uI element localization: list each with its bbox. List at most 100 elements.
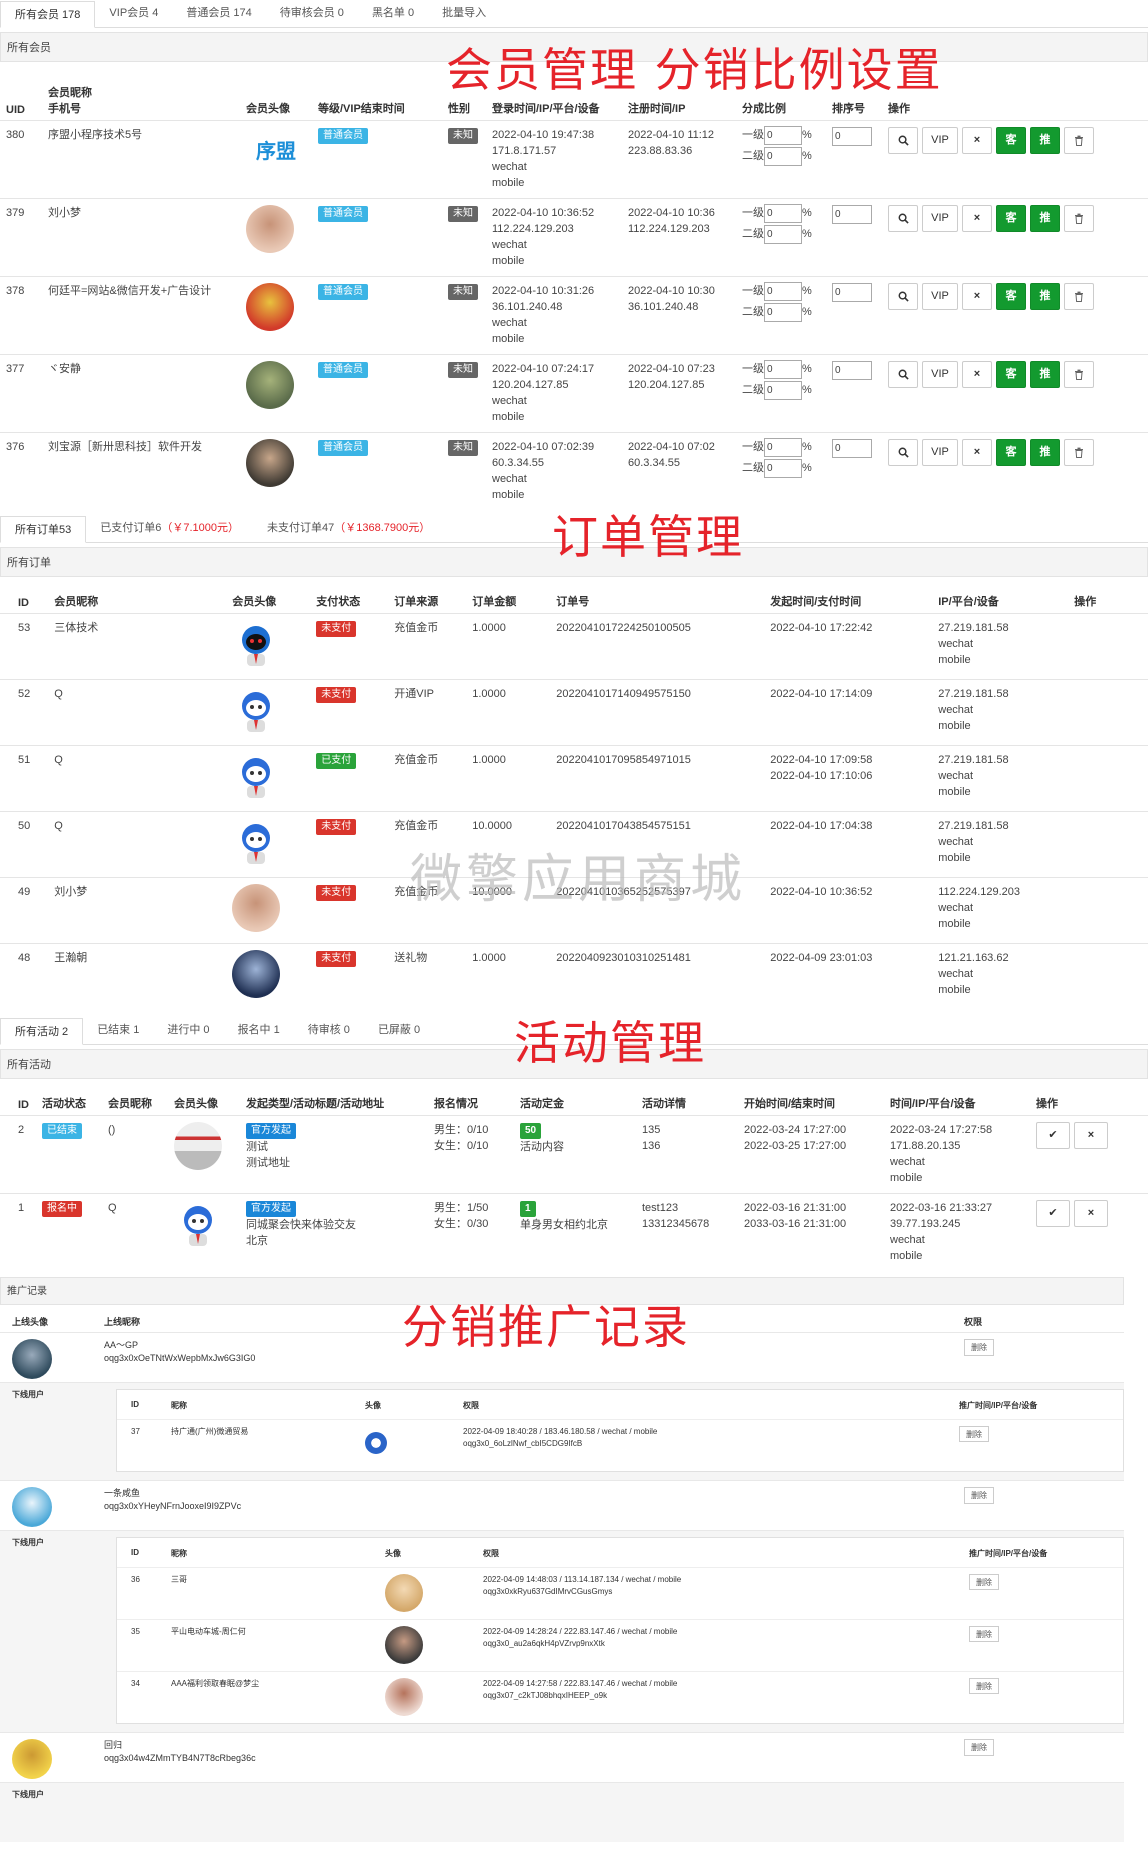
close-button[interactable]: × — [962, 283, 992, 310]
order-row: 48 王瀚朝 未支付 送礼物 1.0000 2022040923010310251481 2… — [0, 942, 1148, 1009]
ke-button[interactable]: 客 — [996, 361, 1026, 388]
promo-downline-header: ID 昵称 头像 权限 推广时间/IP/平台/设备 — [117, 1390, 1123, 1419]
search-icon — [898, 369, 909, 380]
tui-button[interactable]: 推 — [1030, 439, 1060, 466]
search-button[interactable] — [888, 205, 918, 232]
member-avatar-logo: 序盟 — [256, 139, 296, 163]
close-button[interactable]: × — [962, 127, 992, 154]
order-source-cell: 充值金币 — [388, 612, 467, 679]
promo-child-delete-button[interactable]: 删除 — [969, 1574, 999, 1590]
tab-member-5[interactable]: 批量导入 — [428, 0, 500, 27]
sort-input[interactable]: 0 — [832, 283, 872, 302]
delete-button[interactable] — [1064, 439, 1094, 466]
order-id-cell: 51 — [0, 744, 37, 811]
tab-member-4[interactable]: 黑名单 0 — [358, 0, 428, 27]
promo-child-delete-button[interactable]: 删除 — [969, 1626, 999, 1642]
ratio-input-l2[interactable]: 0 — [764, 458, 802, 478]
member-sort-cell: 0 — [826, 432, 882, 511]
tab-member-2[interactable]: 普通会员 174 — [172, 0, 265, 27]
ratio-percent: % — [802, 228, 812, 240]
member-ratio-cell: 一级 0% 二级 0% — [736, 198, 826, 277]
ratio-input-l1[interactable]: 0 — [764, 437, 802, 457]
promo-delete-button[interactable]: 删除 — [964, 1339, 994, 1356]
ratio-input-l2[interactable]: 0 — [764, 302, 802, 322]
delete-button[interactable] — [1064, 361, 1094, 388]
tab-member-1[interactable]: VIP会员 4 — [95, 0, 172, 27]
ke-button[interactable]: 客 — [996, 283, 1026, 310]
col-order-nick: 会员昵称 — [54, 595, 99, 608]
close-button[interactable]: × — [1074, 1199, 1108, 1227]
ratio-percent: % — [802, 150, 812, 162]
delete-button[interactable] — [1064, 283, 1094, 310]
tab-order-1[interactable]: 已支付订单6（￥7.1000元） — [86, 515, 253, 542]
tab-member-0[interactable]: 所有会员 178 — [0, 1, 96, 28]
promo-child-avatar — [365, 1432, 387, 1454]
tab-activity-4[interactable]: 待审核 0 — [294, 1017, 364, 1044]
member-login-cell: 2022-04-10 10:36:52 112.224.129.203 wechat… — [486, 198, 622, 277]
tui-button[interactable]: 推 — [1030, 205, 1060, 232]
close-button[interactable]: × — [962, 205, 992, 232]
tab-activity-1[interactable]: 已结束 1 — [83, 1017, 153, 1044]
tab-order-0[interactable]: 所有订单53 — [0, 515, 87, 543]
ratio-input-l2[interactable]: 0 — [764, 224, 802, 244]
close-button[interactable]: × — [962, 361, 992, 388]
ratio-input-l2[interactable]: 0 — [764, 146, 802, 166]
sort-input[interactable]: 0 — [832, 205, 872, 224]
search-button[interactable] — [888, 361, 918, 388]
member-platform: wechat — [492, 239, 527, 251]
ratio-input-l1[interactable]: 0 — [764, 281, 802, 301]
ratio-input-l1[interactable]: 0 — [764, 125, 802, 145]
vip-button[interactable]: VIP — [922, 127, 958, 154]
order-ip-cell: 121.21.163.62 wechat mobile — [932, 942, 1069, 1009]
sort-input[interactable]: 0 — [832, 361, 872, 380]
tab-member-3[interactable]: 待审核会员 0 — [266, 0, 358, 27]
member-sort-cell: 0 — [826, 354, 882, 433]
member-reg-cell: 2022-04-10 07:02 60.3.34.55 — [622, 432, 736, 511]
sort-input[interactable]: 0 — [832, 439, 872, 458]
order-op-cell — [1068, 744, 1148, 811]
order-nick-cell: Q — [36, 678, 227, 745]
vip-button[interactable]: VIP — [922, 283, 958, 310]
member-row: 378 何廷平=网站&微信开发+广告设计 普通会员 未知 2022-04-10 10:3… — [0, 276, 1148, 355]
order-time-cell: 2022-04-10 17:04:38 — [764, 810, 933, 877]
ratio-percent: % — [802, 306, 812, 318]
activity-state-badge: 报名中 — [42, 1200, 82, 1217]
promo-child-delete-button[interactable]: 删除 — [969, 1678, 999, 1694]
vip-button[interactable]: VIP — [922, 361, 958, 388]
promo-child-delete-button[interactable]: 删除 — [959, 1426, 989, 1442]
tab-activity-5[interactable]: 已屏蔽 0 — [364, 1017, 434, 1044]
member-reg-ip: 223.88.83.36 — [628, 145, 693, 157]
tui-button[interactable]: 推 — [1030, 283, 1060, 310]
promo-delete-button[interactable]: 删除 — [964, 1487, 994, 1504]
vip-button[interactable]: VIP — [922, 205, 958, 232]
tui-button[interactable]: 推 — [1030, 361, 1060, 388]
search-button[interactable] — [888, 283, 918, 310]
promo-downline-col-time: 推广时间/IP/平台/设备 — [969, 1549, 1048, 1558]
search-button[interactable] — [888, 439, 918, 466]
close-button[interactable]: × — [1074, 1121, 1108, 1149]
ratio-line-l1: 一级 0% — [742, 203, 820, 224]
tui-button[interactable]: 推 — [1030, 127, 1060, 154]
delete-button[interactable] — [1064, 127, 1094, 154]
ratio-label: 一级 — [742, 285, 764, 297]
vip-button[interactable]: VIP — [922, 439, 958, 466]
tab-activity-2[interactable]: 进行中 0 — [153, 1017, 223, 1044]
ratio-input-l2[interactable]: 0 — [764, 380, 802, 400]
search-button[interactable] — [888, 127, 918, 154]
ke-button[interactable]: 客 — [996, 439, 1026, 466]
tab-activity-0[interactable]: 所有活动 2 — [0, 1017, 84, 1045]
member-actions: VIP × 客推 — [882, 198, 1148, 277]
approve-button[interactable]: ✔ — [1036, 1199, 1070, 1227]
sort-input[interactable]: 0 — [832, 127, 872, 146]
ke-button[interactable]: 客 — [996, 205, 1026, 232]
order-source: 充值金币 — [394, 621, 439, 634]
tab-order-2[interactable]: 未支付订单47（￥1368.7900元） — [253, 515, 444, 542]
ke-button[interactable]: 客 — [996, 127, 1026, 154]
promo-delete-button[interactable]: 删除 — [964, 1739, 994, 1756]
close-button[interactable]: × — [962, 439, 992, 466]
tab-activity-3[interactable]: 报名中 1 — [224, 1017, 294, 1044]
ratio-input-l1[interactable]: 0 — [764, 203, 802, 223]
ratio-input-l1[interactable]: 0 — [764, 359, 802, 379]
approve-button[interactable]: ✔ — [1036, 1121, 1070, 1149]
delete-button[interactable] — [1064, 205, 1094, 232]
